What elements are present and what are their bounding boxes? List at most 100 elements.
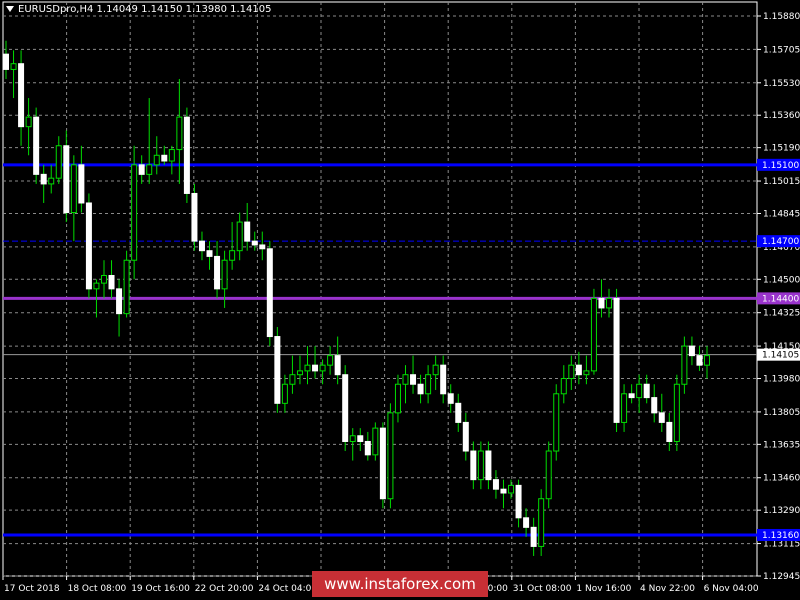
- x-tick-label: 31 Oct 08:00: [513, 584, 572, 594]
- candle-body-bull: [10, 63, 17, 70]
- candle-body-bull: [221, 259, 228, 290]
- candle-body-bull: [606, 297, 613, 309]
- candle-body-bull: [168, 149, 175, 162]
- candle-body-bear: [613, 297, 620, 423]
- candle: [590, 288, 597, 375]
- candle-body-bear: [251, 240, 258, 246]
- candle: [342, 365, 349, 452]
- candle-body-bull: [131, 164, 138, 261]
- candle-body-bull: [394, 383, 401, 414]
- triangle-down-icon[interactable]: [6, 6, 14, 12]
- x-tick-label: 19 Oct 16:00: [131, 584, 190, 594]
- candle-body-bear: [696, 355, 703, 366]
- candle-body-bear: [312, 364, 319, 372]
- candle-body-bear: [18, 63, 25, 128]
- candle-body-bull: [432, 364, 439, 376]
- candle-body-bear: [440, 364, 447, 395]
- candle-body-bull: [568, 364, 575, 380]
- y-tick-label: 1.14500: [763, 275, 800, 285]
- candle-body-bear: [515, 484, 522, 519]
- candle-body-bull: [55, 145, 62, 179]
- candle-body-bear: [462, 421, 469, 452]
- candle: [191, 183, 198, 251]
- candle: [131, 145, 138, 280]
- candle-body-bear: [63, 145, 70, 214]
- candle-body-bull: [70, 164, 77, 214]
- y-tick-label: 1.15360: [763, 111, 800, 121]
- candle-body-bear: [3, 53, 9, 70]
- level-price-label: 1.14400: [762, 294, 799, 304]
- candle-body-bear: [266, 248, 273, 338]
- candle-body-bear: [138, 164, 145, 175]
- candle: [33, 107, 40, 184]
- candle-body-bull: [100, 274, 107, 284]
- x-tick-label: 6 Nov 04:00: [704, 584, 759, 594]
- candle-body-bear: [643, 383, 650, 399]
- y-tick-label: 1.15190: [763, 144, 800, 154]
- candle-body-bull: [681, 345, 688, 385]
- candle-body-bull: [704, 355, 710, 366]
- candle-body-bull: [402, 374, 409, 385]
- y-tick-label: 1.13980: [763, 375, 800, 385]
- candle: [545, 441, 552, 509]
- symbol-header[interactable]: EURUSDpro,H4 1.14049 1.14150 1.13980 1.1…: [6, 4, 272, 15]
- candle: [266, 241, 273, 347]
- candle-body-bear: [161, 154, 168, 162]
- candle-body-bull: [289, 374, 296, 385]
- candle: [538, 489, 545, 556]
- candle-body-bear: [364, 440, 371, 456]
- candle: [183, 107, 190, 203]
- candle-body-bear: [191, 192, 198, 242]
- y-tick-label: 1.15705: [763, 45, 800, 55]
- candle-body-bear: [206, 250, 213, 257]
- candle-body-bear: [666, 421, 673, 442]
- candle-body-bear: [628, 393, 635, 399]
- candle: [387, 403, 394, 509]
- candle-body-bull: [25, 116, 32, 128]
- candle: [85, 193, 92, 299]
- candle-body-bear: [33, 116, 40, 175]
- candle-body-bear: [342, 374, 349, 442]
- candle-body-bear: [530, 526, 537, 547]
- candle-body-bull: [621, 393, 628, 423]
- y-tick-label: 1.12945: [763, 572, 800, 582]
- y-tick-label: 1.13460: [763, 474, 800, 484]
- y-tick-label: 1.15880: [763, 12, 800, 22]
- x-tick-label: 4 Nov 22:00: [640, 584, 695, 594]
- candle-body-bear: [500, 488, 507, 494]
- candlestick-chart[interactable]: 1.15880 1.15705 1.15530 1.15360 1.15190 1.150…: [0, 0, 800, 600]
- candle-body-bear: [274, 336, 281, 404]
- candle-body-bull: [560, 378, 567, 395]
- candle-body-bear: [183, 116, 190, 194]
- candle-body-bear: [40, 173, 47, 185]
- candle-body-bull: [508, 484, 515, 494]
- candle: [379, 422, 386, 509]
- candle-body-bull: [553, 393, 560, 452]
- symbol-header-text: EURUSDpro,H4 1.14049 1.14150 1.13980 1.1…: [18, 4, 272, 15]
- y-tick-label: 1.15015: [763, 177, 800, 187]
- candle-body-bull: [583, 370, 590, 376]
- instaforex-watermark: www.instaforex.com: [312, 571, 488, 597]
- candle-body-bear: [598, 297, 605, 309]
- candle-body-bear: [334, 355, 341, 376]
- candle-body-bull: [236, 221, 243, 252]
- candle-body-bull: [327, 355, 334, 366]
- y-tick-label: 1.13805: [763, 408, 800, 418]
- x-tick-label: 18 Oct 08:00: [68, 584, 127, 594]
- candle-body-bull: [281, 383, 288, 404]
- candle-body-bull: [319, 364, 326, 372]
- candle-body-bear: [447, 393, 454, 404]
- level-price-label: 1.15100: [762, 161, 799, 171]
- y-tick-label: 1.15530: [763, 79, 800, 89]
- candle-body-bull: [636, 383, 643, 399]
- y-tick-label: 1.13635: [763, 440, 800, 450]
- candle: [372, 422, 379, 461]
- candle-body-bear: [688, 345, 695, 357]
- candle-body-bear: [214, 255, 221, 290]
- candle-body-bear: [198, 240, 205, 252]
- x-tick-label: 1 Nov 16:00: [576, 584, 631, 594]
- candle-body-bull: [538, 498, 545, 547]
- x-tick-label: 22 Oct 20:00: [195, 584, 254, 594]
- candle-body-bear: [651, 397, 658, 414]
- candle-body-bear: [78, 164, 85, 204]
